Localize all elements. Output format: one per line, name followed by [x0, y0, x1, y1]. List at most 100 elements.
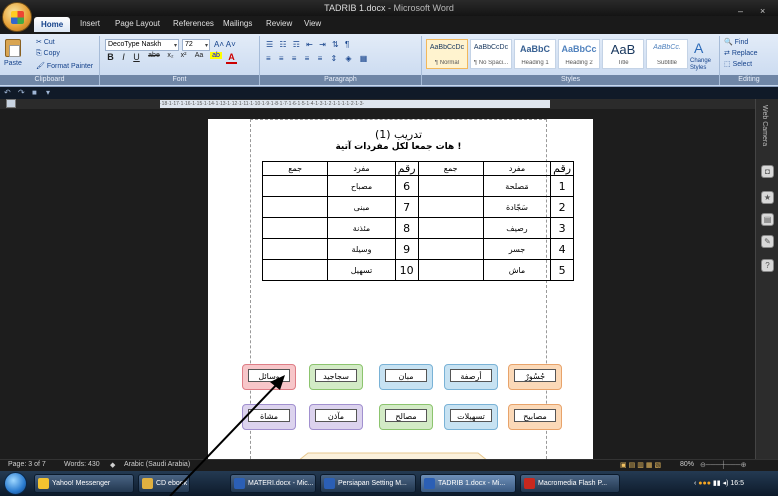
underline-button[interactable]: U — [131, 52, 142, 62]
system-tray[interactable]: ‹ ●●● ▮▮ ◂) 16:5 — [688, 473, 778, 494]
copy-button[interactable]: ⎘ Copy — [36, 50, 60, 58]
table-cell[interactable]: مئذنة — [327, 217, 396, 239]
table-cell[interactable]: جسر — [482, 238, 552, 260]
style-title[interactable]: AaB Title — [602, 39, 644, 69]
highlight-icon[interactable]: ab — [210, 52, 222, 59]
table-cell[interactable] — [261, 238, 329, 260]
proofing-icon[interactable]: ◆ — [110, 461, 115, 469]
help-icon[interactable]: ? — [761, 259, 774, 272]
table-cell[interactable]: مَصلحة — [482, 175, 552, 197]
language-indicator[interactable]: Arabic (Saudi Arabia) — [124, 461, 190, 468]
taskbar-item[interactable]: Persiapan Setting M... — [320, 474, 416, 493]
table-cell[interactable] — [261, 175, 329, 197]
table-cell[interactable] — [261, 217, 329, 239]
document-icon[interactable]: ▤ — [761, 213, 774, 226]
table-cell[interactable]: 3 — [550, 217, 574, 239]
undo-icon[interactable]: ↶ — [4, 88, 11, 97]
replace-button[interactable]: ⇄ Replace — [724, 49, 758, 57]
star-icon[interactable]: ★ — [761, 191, 774, 204]
document-workspace[interactable]: تدريب (1) هات جمعا لكل مفردات آتية ! رقم… — [0, 109, 755, 459]
table-cell[interactable] — [417, 175, 484, 197]
table-cell[interactable]: سَجّادة — [482, 196, 552, 218]
zoom-level[interactable]: 80% — [680, 461, 694, 468]
wrench-icon[interactable]: ✎ — [761, 235, 774, 248]
table-cell[interactable]: ماش — [482, 259, 552, 281]
style-no-spacing[interactable]: AaBbCcDc ¶ No Spaci... — [470, 39, 512, 69]
table-cell[interactable]: مبنى — [327, 196, 396, 218]
paste-button[interactable]: Paste — [4, 60, 22, 67]
table-cell[interactable]: 1 — [550, 175, 574, 197]
style-normal[interactable]: AaBbCcDc ¶ Normal — [426, 39, 468, 69]
tab-review[interactable]: Review — [266, 19, 292, 28]
change-styles-icon[interactable]: A — [694, 40, 703, 56]
change-styles-button[interactable]: Change Styles — [690, 58, 718, 72]
camera-icon[interactable]: ◘ — [761, 165, 774, 178]
view-buttons[interactable]: ▣▤▥▦▧ — [620, 461, 663, 469]
word-card[interactable]: جُسُورٌ — [508, 364, 562, 390]
word-count[interactable]: Words: 430 — [64, 461, 100, 468]
style-heading-2[interactable]: AaBbCc Heading 2 — [558, 39, 600, 69]
table-cell[interactable]: 5 — [550, 259, 574, 281]
horizontal-ruler[interactable]: ·18·1·17·1·16·1·15·1·14·1·13·1·12·1·11·1… — [160, 100, 550, 108]
customize-icon[interactable]: ▾ — [46, 88, 50, 97]
word-card[interactable]: أرصفة — [444, 364, 498, 390]
table-cell[interactable]: 2 — [550, 196, 574, 218]
paste-icon[interactable] — [5, 39, 21, 57]
alignment-icons[interactable]: ≡ ≡ ≡ ≡ ≡ ⇕ ◈ ▦ — [266, 54, 370, 63]
bold-button[interactable]: B — [105, 52, 116, 62]
table-cell[interactable]: رصيف — [482, 217, 552, 239]
taskbar-item[interactable]: CD ebook — [138, 474, 190, 493]
save-icon[interactable]: ■ — [32, 88, 37, 97]
style-subtitle[interactable]: AaBbCc. Subtitle — [646, 39, 688, 69]
table-cell[interactable]: تسهيل — [327, 259, 396, 281]
tab-references[interactable]: References — [173, 19, 214, 28]
ruler-toggle-icon[interactable] — [6, 99, 16, 108]
table-cell[interactable] — [417, 196, 484, 218]
zoom-slider[interactable]: ⊖───┼───⊕ — [700, 461, 746, 469]
strikethrough-button[interactable]: abe — [146, 52, 162, 59]
taskbar-item[interactable]: TADRIB 1.docx - Mi... — [420, 474, 516, 493]
grow-font-icon[interactable]: A˄ A˅ — [214, 40, 236, 49]
table-cell[interactable]: 4 — [550, 238, 574, 260]
start-button[interactable] — [4, 472, 27, 495]
vocabulary-table[interactable]: رقم مفرد جمع رقم مفرد جمع 1 مَصلحة 6 مصب… — [261, 161, 574, 281]
word-card[interactable]: وسائل — [242, 364, 296, 390]
taskbar-item[interactable]: Macromedia Flash P... — [520, 474, 620, 493]
page-count[interactable]: Page: 3 of 7 — [8, 461, 46, 468]
list-icons[interactable]: ☰ ☷ ☶ ⇤ ⇥ ⇅ ¶ — [266, 40, 351, 49]
word-card[interactable]: مبان — [379, 364, 433, 390]
word-card[interactable]: سجاجيد — [309, 364, 363, 390]
word-card[interactable]: تسهيلات — [444, 404, 498, 430]
table-cell[interactable] — [417, 238, 484, 260]
cut-button[interactable]: ✂ Cut — [36, 38, 55, 46]
font-color-icon[interactable]: A — [226, 52, 237, 64]
tab-mailings[interactable]: Mailings — [223, 19, 252, 28]
table-cell[interactable]: 9 — [394, 238, 419, 260]
word-card[interactable]: مصابيح — [508, 404, 562, 430]
table-cell[interactable] — [417, 259, 484, 281]
table-cell[interactable]: 10 — [394, 259, 419, 281]
word-card[interactable]: مآذن — [309, 404, 363, 430]
word-card[interactable]: مشاة — [242, 404, 296, 430]
change-case-button[interactable]: Aa — [192, 52, 206, 59]
tab-page-layout[interactable]: Page Layout — [115, 19, 160, 28]
table-cell[interactable]: 6 — [394, 175, 419, 197]
office-button[interactable] — [2, 2, 32, 32]
table-cell[interactable] — [261, 196, 329, 218]
tab-view[interactable]: View — [304, 19, 321, 28]
table-cell[interactable]: وسيلة — [327, 238, 396, 260]
table-cell[interactable]: 8 — [394, 217, 419, 239]
table-cell[interactable] — [261, 259, 329, 281]
subscript-button[interactable]: x₂ — [165, 52, 176, 59]
tab-home[interactable]: Home — [34, 17, 71, 32]
table-cell[interactable] — [417, 217, 484, 239]
table-cell[interactable]: 7 — [394, 196, 419, 218]
table-cell[interactable]: مصباح — [327, 175, 396, 197]
format-painter-button[interactable]: 🖌 Format Painter — [36, 62, 93, 70]
select-button[interactable]: ⬚ Select — [724, 60, 752, 68]
taskbar-item[interactable]: Yahoo! Messenger — [34, 474, 134, 493]
taskbar-item[interactable]: MATERI.docx - Mic... — [230, 474, 316, 493]
document-page[interactable]: تدريب (1) هات جمعا لكل مفردات آتية ! رقم… — [208, 119, 593, 459]
style-heading-1[interactable]: AaBbC Heading 1 — [514, 39, 556, 69]
tab-insert[interactable]: Insert — [80, 19, 100, 28]
